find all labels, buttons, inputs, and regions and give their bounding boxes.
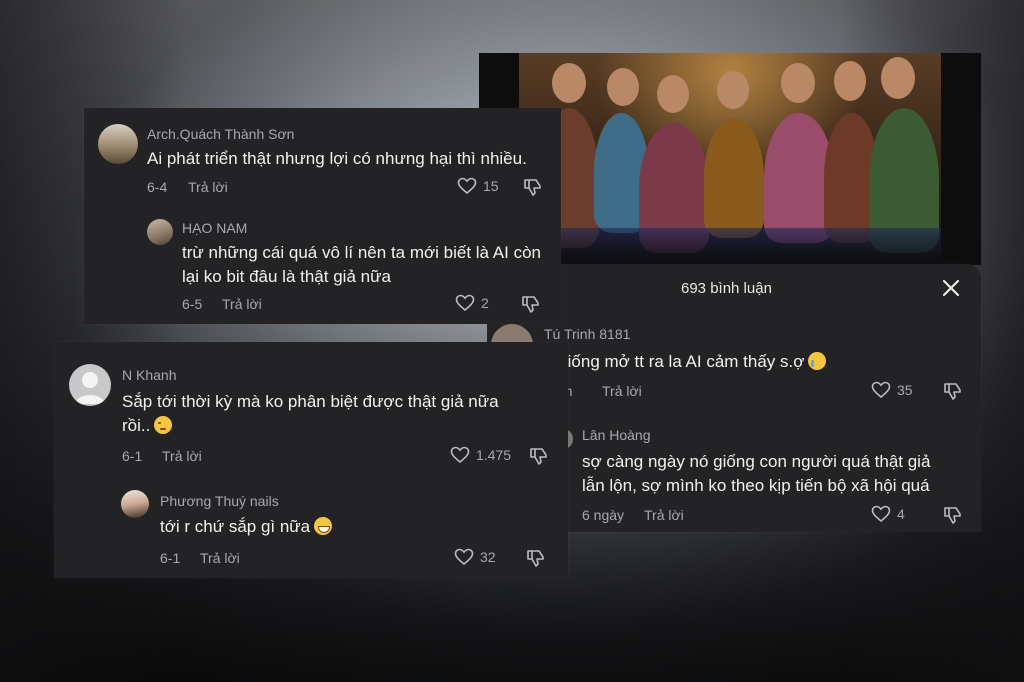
pensive-face-icon (154, 416, 173, 434)
comment-author[interactable]: HẠO NAM (182, 220, 247, 236)
comment-date: 6-5 (182, 296, 203, 312)
comment-text: sợ càng ngày nó giống con người quá thật… (582, 452, 931, 471)
like-button[interactable]: 35 (871, 381, 913, 399)
heart-icon (871, 381, 891, 399)
comment-text: Ai phát triển thật nhưng lợi có nhưng hạ… (147, 149, 527, 168)
heart-icon (871, 505, 891, 523)
heart-icon (455, 294, 475, 312)
like-button[interactable]: 15 (457, 177, 499, 195)
comment-date: 6-1 (160, 550, 181, 566)
comment-author[interactable]: N Khanh (122, 367, 176, 383)
like-count: 1.475 (476, 447, 512, 463)
comments-panel-top: Arch.Quách Thành Sơn Ai phát triển thật … (84, 108, 561, 324)
avatar[interactable] (147, 219, 173, 245)
dislike-icon[interactable] (529, 446, 549, 466)
heart-icon (457, 177, 477, 195)
comment-author[interactable]: Phương Thuý nails (160, 493, 279, 509)
reply-button[interactable]: Trả lời (162, 448, 202, 464)
like-count: 35 (897, 382, 913, 398)
dislike-icon[interactable] (526, 548, 546, 568)
reply-button[interactable]: Trả lời (602, 383, 642, 399)
reply-button[interactable]: Trả lời (200, 550, 240, 566)
comment-author[interactable]: Arch.Quách Thành Sơn (147, 126, 294, 142)
crying-face-icon (808, 352, 827, 370)
reply-button[interactable]: Trả lời (222, 296, 262, 312)
dislike-icon[interactable] (521, 294, 541, 314)
avatar[interactable] (98, 124, 138, 164)
comment-text: lại ko bit đâu là thật giả nữa (182, 267, 391, 286)
comment-count-title: 693 bình luận (681, 280, 772, 297)
like-count: 4 (897, 506, 905, 522)
reply-button[interactable]: Trả lời (188, 179, 228, 195)
comment-text: lẫn lộn, sợ mình ko theo kịp tiến bộ xã … (582, 476, 930, 495)
like-button[interactable]: 4 (871, 505, 905, 523)
comment-text: rồi.. (122, 414, 173, 438)
comment-author[interactable]: Tú Trinh 8181 (544, 326, 630, 342)
dislike-icon[interactable] (943, 381, 963, 401)
dislike-icon[interactable] (943, 505, 963, 525)
like-count: 2 (481, 295, 489, 311)
comment-date: 6-4 (147, 179, 168, 195)
comments-panel-bottom: N Khanh Sắp tới thời kỳ mà ko phân biệt … (54, 342, 568, 578)
like-count: 32 (480, 549, 496, 565)
close-icon[interactable] (942, 279, 960, 297)
like-count: 15 (483, 178, 499, 194)
comment-date: 6-1 (122, 448, 143, 464)
like-button[interactable]: 1.475 (450, 446, 511, 464)
comment-text: trừ những cái quá vô lí nên ta mới biết … (182, 243, 541, 262)
dislike-icon[interactable] (523, 177, 543, 197)
grinning-face-icon (314, 517, 333, 535)
comment-date: 6 ngày (582, 507, 625, 523)
avatar[interactable] (121, 490, 149, 518)
comment-text: o giống mở tt ra la AI cảm thấy s.ợ (544, 350, 827, 374)
heart-icon (450, 446, 470, 464)
comment-author[interactable]: Lân Hoàng (582, 427, 651, 443)
reply-button[interactable]: Trả lời (644, 507, 684, 523)
avatar[interactable] (69, 364, 111, 406)
heart-icon (454, 548, 474, 566)
like-button[interactable]: 32 (454, 548, 496, 566)
photo-elderly-women (519, 53, 941, 265)
like-button[interactable]: 2 (455, 294, 489, 312)
comment-text: tới r chứ sắp gì nữa (160, 515, 333, 539)
comment-text: Sắp tới thời kỳ mà ko phân biệt được thậ… (122, 392, 499, 411)
